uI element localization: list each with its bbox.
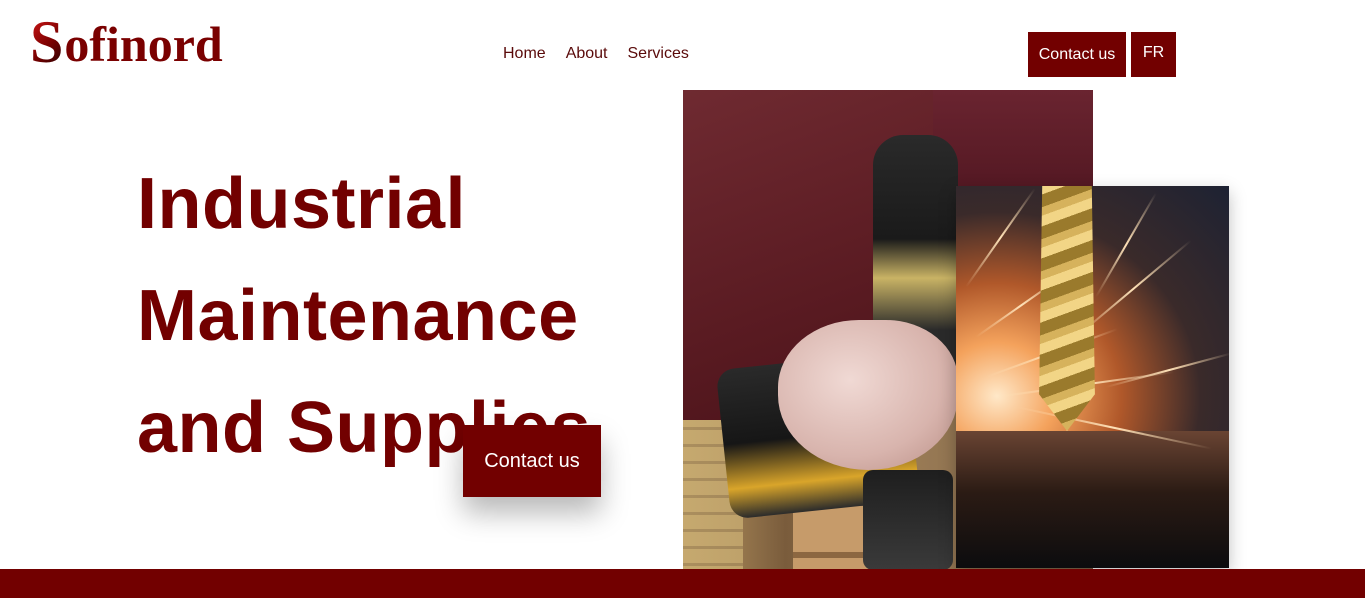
hand [778, 320, 958, 470]
drill-bit-sparks-image [956, 186, 1229, 568]
spark-streak [965, 188, 1036, 288]
site-logo[interactable]: S ofinord [30, 9, 223, 75]
drill-handle [863, 470, 953, 569]
hero-title-line-1: Industrial [137, 164, 467, 244]
bottom-bar [0, 569, 1365, 598]
drill-bit [1039, 186, 1095, 431]
language-toggle-button[interactable]: FR [1131, 32, 1176, 77]
spark-streak [1105, 352, 1229, 388]
nav-home[interactable]: Home [503, 45, 546, 63]
logo-initial: S [30, 9, 64, 75]
main-nav: Home About Services [503, 45, 689, 63]
nav-services[interactable]: Services [628, 45, 689, 63]
hero-contact-button[interactable]: Contact us [463, 425, 601, 497]
spark-streak [1095, 192, 1157, 298]
metal-surface [956, 431, 1229, 568]
header-contact-button[interactable]: Contact us [1028, 32, 1126, 77]
hero-title-line-2: Maintenance [137, 276, 579, 356]
nav-about[interactable]: About [566, 45, 608, 63]
logo-wordmark: ofinord [64, 16, 223, 72]
